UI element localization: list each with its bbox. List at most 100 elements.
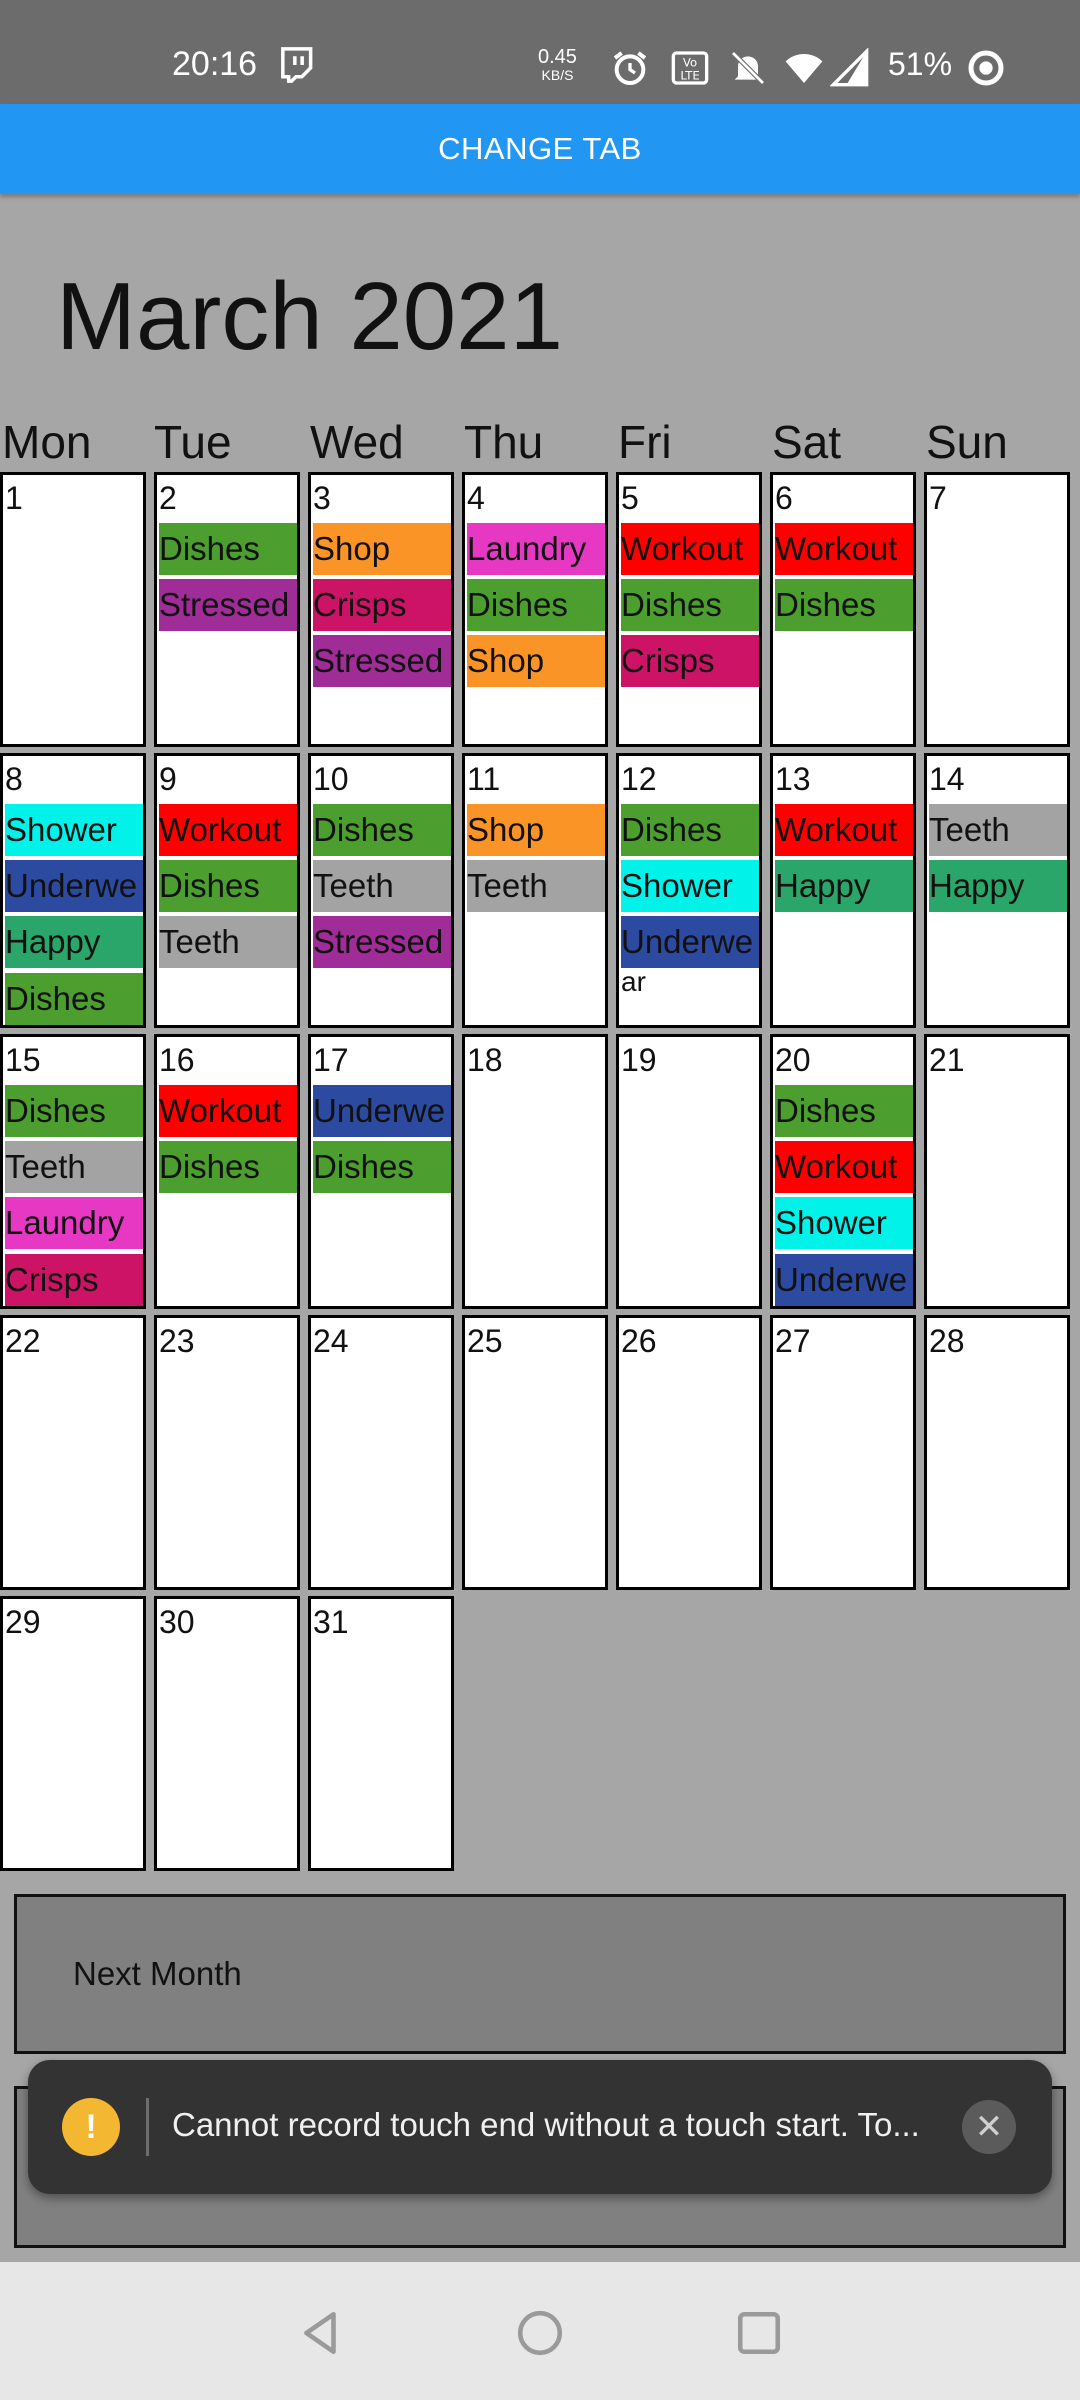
event-tag[interactable]: Dishes — [621, 804, 759, 856]
event-tag[interactable]: Underwe — [5, 860, 143, 912]
day-cell-25[interactable]: 25 — [462, 1315, 608, 1590]
day-cell-22[interactable]: 22 — [0, 1315, 146, 1590]
event-tag[interactable]: Shop — [313, 523, 451, 575]
day-cell-11[interactable]: 11 Shop Teeth — [462, 753, 608, 1028]
recents-icon[interactable] — [734, 2308, 784, 2358]
day-number: 9 — [159, 761, 177, 797]
event-tag[interactable]: Dishes — [159, 1141, 297, 1193]
day-cell-15[interactable]: 15DishesTeethLaundryCrispsShop — [0, 1034, 146, 1309]
day-number: 4 — [467, 480, 485, 516]
day-cell-14[interactable]: 14 Teeth Happy — [924, 753, 1070, 1028]
event-tag[interactable]: Workout — [775, 1141, 913, 1193]
day-cell-2[interactable]: 2 Dishes Stressed — [154, 472, 300, 747]
event-tag[interactable]: Shower — [775, 1197, 913, 1249]
event-tag[interactable]: Dishes — [313, 804, 451, 856]
event-tag[interactable]: Happy — [5, 916, 143, 968]
event-tag[interactable]: Dishes — [467, 579, 605, 631]
event-tag[interactable]: Shower — [621, 860, 759, 912]
event-label: Stressed — [159, 586, 290, 623]
event-tag[interactable]: Laundry — [467, 523, 605, 575]
day-number: 24 — [313, 1323, 349, 1359]
close-icon[interactable]: ✕ — [962, 2100, 1016, 2154]
event-tag[interactable]: Dishes — [159, 523, 297, 575]
toast-message: Cannot record touch end without a touch … — [172, 2106, 920, 2143]
day-cell-4[interactable]: 4 Laundry Dishes Shop — [462, 472, 608, 747]
event-tag[interactable]: Crisps — [621, 635, 759, 687]
event-tag[interactable]: Dishes — [5, 1085, 143, 1137]
event-tag[interactable]: Shop — [467, 635, 605, 687]
event-tag[interactable]: Workout — [159, 1085, 297, 1137]
event-tag[interactable]: Underwe — [775, 1254, 913, 1306]
day-number: 13 — [775, 761, 811, 797]
day-cell-13[interactable]: 13 Workout Happy — [770, 753, 916, 1028]
event-tag[interactable]: Happy — [775, 860, 913, 912]
event-label: Dishes — [5, 980, 106, 1017]
event-tag[interactable]: Dishes — [775, 1085, 913, 1137]
day-number: 19 — [621, 1042, 657, 1078]
day-cell-24[interactable]: 24 — [308, 1315, 454, 1590]
event-tag[interactable]: Dishes — [313, 1141, 451, 1193]
svg-text:LTE: LTE — [680, 69, 699, 83]
day-cell-27[interactable]: 27 — [770, 1315, 916, 1590]
event-tag[interactable]: Stressed — [313, 916, 451, 968]
event-label: Teeth — [5, 1148, 86, 1185]
day-cell-1[interactable]: 1 — [0, 472, 146, 747]
event-tag[interactable]: Dishes — [159, 860, 297, 912]
day-cell-10[interactable]: 10 Dishes Teeth Stressed — [308, 753, 454, 1028]
event-label: Laundry — [5, 1204, 125, 1241]
event-tag[interactable]: Shower — [5, 804, 143, 856]
day-cell-29[interactable]: 29 — [0, 1596, 146, 1871]
event-tag[interactable]: Stressed — [159, 579, 297, 631]
day-cell-20[interactable]: 20 Dishes Workout Shower Underwe — [770, 1034, 916, 1309]
event-tag[interactable]: Workout — [621, 523, 759, 575]
event-tag[interactable]: Dishes — [5, 973, 143, 1025]
home-icon[interactable] — [515, 2308, 565, 2358]
day-number: 14 — [929, 761, 965, 797]
event-label-overflow: ar — [621, 966, 646, 997]
event-tag[interactable]: Dishes — [621, 579, 759, 631]
event-tag[interactable]: Teeth — [313, 860, 451, 912]
event-label: Teeth — [313, 867, 394, 904]
event-tag[interactable]: Teeth — [159, 916, 297, 968]
day-cell-8[interactable]: 8ShowerUnderweHappyDishesWorkout — [0, 753, 146, 1028]
event-tag[interactable]: Crisps — [5, 1254, 143, 1306]
day-cell-5[interactable]: 5 Workout Dishes Crisps — [616, 472, 762, 747]
event-tag[interactable]: Workout — [775, 804, 913, 856]
day-cell-6[interactable]: 6 Workout Dishes — [770, 472, 916, 747]
event-tag[interactable]: Crisps — [313, 579, 451, 631]
day-cell-28[interactable]: 28 — [924, 1315, 1070, 1590]
event-label: Teeth — [159, 923, 240, 960]
day-cell-3[interactable]: 3 Shop Crisps Stressed — [308, 472, 454, 747]
day-cell-31[interactable]: 31 — [308, 1596, 454, 1871]
event-tag[interactable]: Workout — [775, 523, 913, 575]
twitch-icon — [281, 47, 313, 83]
day-cell-21[interactable]: 21 — [924, 1034, 1070, 1309]
event-tag[interactable]: Teeth — [5, 1141, 143, 1193]
next-month-button[interactable]: Next Month — [14, 1894, 1066, 2054]
change-tab-button[interactable]: CHANGE TAB — [0, 104, 1080, 194]
back-icon[interactable] — [296, 2308, 346, 2358]
event-label: Dishes — [313, 811, 414, 848]
event-tag[interactable]: Workout — [159, 804, 297, 856]
day-cell-19[interactable]: 19 — [616, 1034, 762, 1309]
event-label: Teeth — [467, 867, 548, 904]
event-tag[interactable]: Teeth — [467, 860, 605, 912]
day-cell-18[interactable]: 18 — [462, 1034, 608, 1309]
day-cell-16[interactable]: 16 Workout Dishes — [154, 1034, 300, 1309]
event-tag[interactable]: Happy — [929, 860, 1067, 912]
event-tag[interactable]: Laundry — [5, 1197, 143, 1249]
event-tag[interactable]: Underwe — [313, 1085, 451, 1137]
event-tag[interactable]: Underwe ar — [621, 916, 759, 996]
day-cell-12[interactable]: 12 Dishes Shower Underwe ar — [616, 753, 762, 1028]
day-cell-23[interactable]: 23 — [154, 1315, 300, 1590]
day-cell-26[interactable]: 26 — [616, 1315, 762, 1590]
day-cell-9[interactable]: 9 Workout Dishes Teeth — [154, 753, 300, 1028]
day-cell-30[interactable]: 30 — [154, 1596, 300, 1871]
day-cell-7[interactable]: 7 — [924, 472, 1070, 747]
event-tag[interactable]: Teeth — [929, 804, 1067, 856]
day-cell-17[interactable]: 17 Underwe Dishes — [308, 1034, 454, 1309]
event-tag[interactable]: Stressed — [313, 635, 451, 687]
event-tag[interactable]: Dishes — [775, 579, 913, 631]
day-number: 30 — [159, 1604, 195, 1640]
event-tag[interactable]: Shop — [467, 804, 605, 856]
